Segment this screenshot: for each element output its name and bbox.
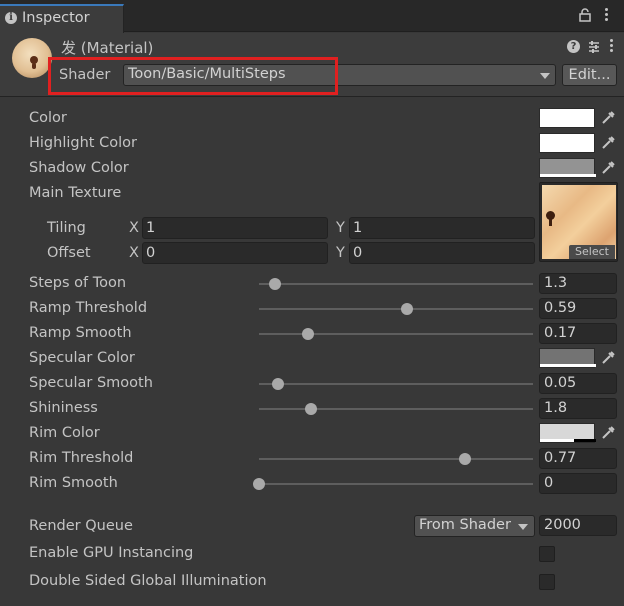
rim-threshold-field[interactable]: 0.77 — [539, 448, 617, 469]
specular-smooth-slider[interactable] — [259, 378, 533, 390]
eyedropper-icon[interactable] — [598, 133, 618, 153]
gpu-instancing-checkbox[interactable] — [539, 546, 555, 562]
rim-threshold-label: Rim Threshold — [29, 450, 134, 466]
double-sided-gi-checkbox[interactable] — [539, 574, 555, 590]
steps-of-toon-slider[interactable] — [259, 278, 533, 290]
tiling-x-field[interactable]: 1 — [142, 217, 328, 239]
highlight-color-swatch[interactable] — [539, 133, 595, 153]
slider-handle[interactable] — [400, 303, 413, 315]
slider-handle[interactable] — [269, 278, 282, 290]
tiling-x-label: X — [129, 220, 139, 236]
offset-y-label: Y — [336, 245, 345, 261]
offset-x-field[interactable]: 0 — [142, 242, 328, 264]
eyedropper-icon[interactable] — [598, 108, 618, 128]
shininess-slider[interactable] — [259, 403, 533, 415]
ramp-smooth-slider[interactable] — [259, 328, 533, 340]
ramp-threshold-field[interactable]: 0.59 — [539, 298, 617, 319]
chevron-down-icon — [518, 524, 528, 530]
texture-select-button[interactable]: Select — [569, 245, 615, 259]
component-menu-icon[interactable] — [608, 38, 614, 56]
offset-label: Offset — [47, 245, 91, 261]
material-title: 发 (Material) — [61, 39, 154, 57]
tab-bar: i Inspector — [0, 0, 624, 33]
steps-of-toon-field[interactable]: 1.3 — [539, 273, 617, 294]
tiling-y-field[interactable]: 1 — [349, 217, 535, 239]
render-queue-field[interactable]: 2000 — [539, 515, 617, 536]
rim-smooth-label: Rim Smooth — [29, 475, 118, 491]
steps-of-toon-label: Steps of Toon — [29, 275, 127, 291]
shadow-color-swatch[interactable] — [539, 158, 596, 178]
eyedropper-icon[interactable] — [598, 348, 618, 368]
material-preview — [12, 38, 52, 78]
specular-smooth-field[interactable]: 0.05 — [539, 373, 617, 394]
main-texture-label: Main Texture — [29, 185, 122, 201]
slider-handle[interactable] — [253, 478, 265, 490]
info-icon: i — [5, 12, 17, 24]
tiling-label: Tiling — [47, 220, 86, 236]
tab-label: Inspector — [22, 10, 90, 26]
specular-color-swatch[interactable] — [539, 348, 596, 368]
more-options-icon[interactable] — [603, 7, 609, 25]
offset-x-label: X — [129, 245, 139, 261]
slider-handle[interactable] — [458, 453, 471, 465]
slider-handle[interactable] — [272, 378, 285, 390]
lock-icon[interactable] — [578, 8, 592, 22]
specular-smooth-label: Specular Smooth — [29, 375, 153, 391]
ramp-smooth-label: Ramp Smooth — [29, 325, 132, 341]
gpu-instancing-label: Enable GPU Instancing — [29, 545, 194, 561]
tiling-y-label: Y — [336, 220, 345, 236]
chevron-down-icon — [540, 73, 550, 79]
color-label: Color — [29, 110, 67, 126]
material-header: 发 (Material) ? Shader Toon/Basic/MultiSt… — [0, 33, 624, 97]
slider-handle[interactable] — [302, 328, 315, 340]
ramp-threshold-slider[interactable] — [259, 303, 533, 315]
rim-threshold-slider[interactable] — [259, 453, 533, 465]
shininess-field[interactable]: 1.8 — [539, 398, 617, 419]
rim-smooth-slider[interactable] — [253, 478, 533, 490]
slider-handle[interactable] — [305, 403, 318, 415]
shader-value: Toon/Basic/MultiSteps — [128, 66, 286, 82]
render-queue-label: Render Queue — [29, 518, 133, 534]
offset-y-field[interactable]: 0 — [349, 242, 535, 264]
shininess-label: Shininess — [29, 400, 98, 416]
color-swatch[interactable] — [539, 108, 595, 128]
shader-label: Shader — [59, 67, 111, 83]
preset-icon[interactable] — [587, 40, 601, 54]
eyedropper-icon[interactable] — [598, 158, 618, 178]
render-queue-option: From Shader — [419, 517, 511, 533]
rim-color-swatch[interactable] — [539, 423, 596, 443]
main-texture-slot[interactable]: Select — [539, 182, 618, 262]
highlight-color-label: Highlight Color — [29, 135, 137, 151]
shadow-color-label: Shadow Color — [29, 160, 129, 176]
double-sided-gi-label: Double Sided Global Illumination — [29, 573, 267, 589]
eyedropper-icon[interactable] — [598, 423, 618, 443]
specular-color-label: Specular Color — [29, 350, 135, 366]
edit-shader-button[interactable]: Edit... — [562, 64, 617, 86]
help-icon[interactable]: ? — [567, 40, 580, 53]
rim-color-label: Rim Color — [29, 425, 100, 441]
rim-smooth-field[interactable]: 0 — [539, 473, 617, 494]
render-queue-dropdown[interactable]: From Shader — [414, 515, 535, 537]
ramp-smooth-field[interactable]: 0.17 — [539, 323, 617, 344]
ramp-threshold-label: Ramp Threshold — [29, 300, 148, 316]
shader-dropdown[interactable]: Toon/Basic/MultiSteps — [123, 64, 556, 86]
tab-inspector[interactable]: i Inspector — [0, 4, 124, 33]
